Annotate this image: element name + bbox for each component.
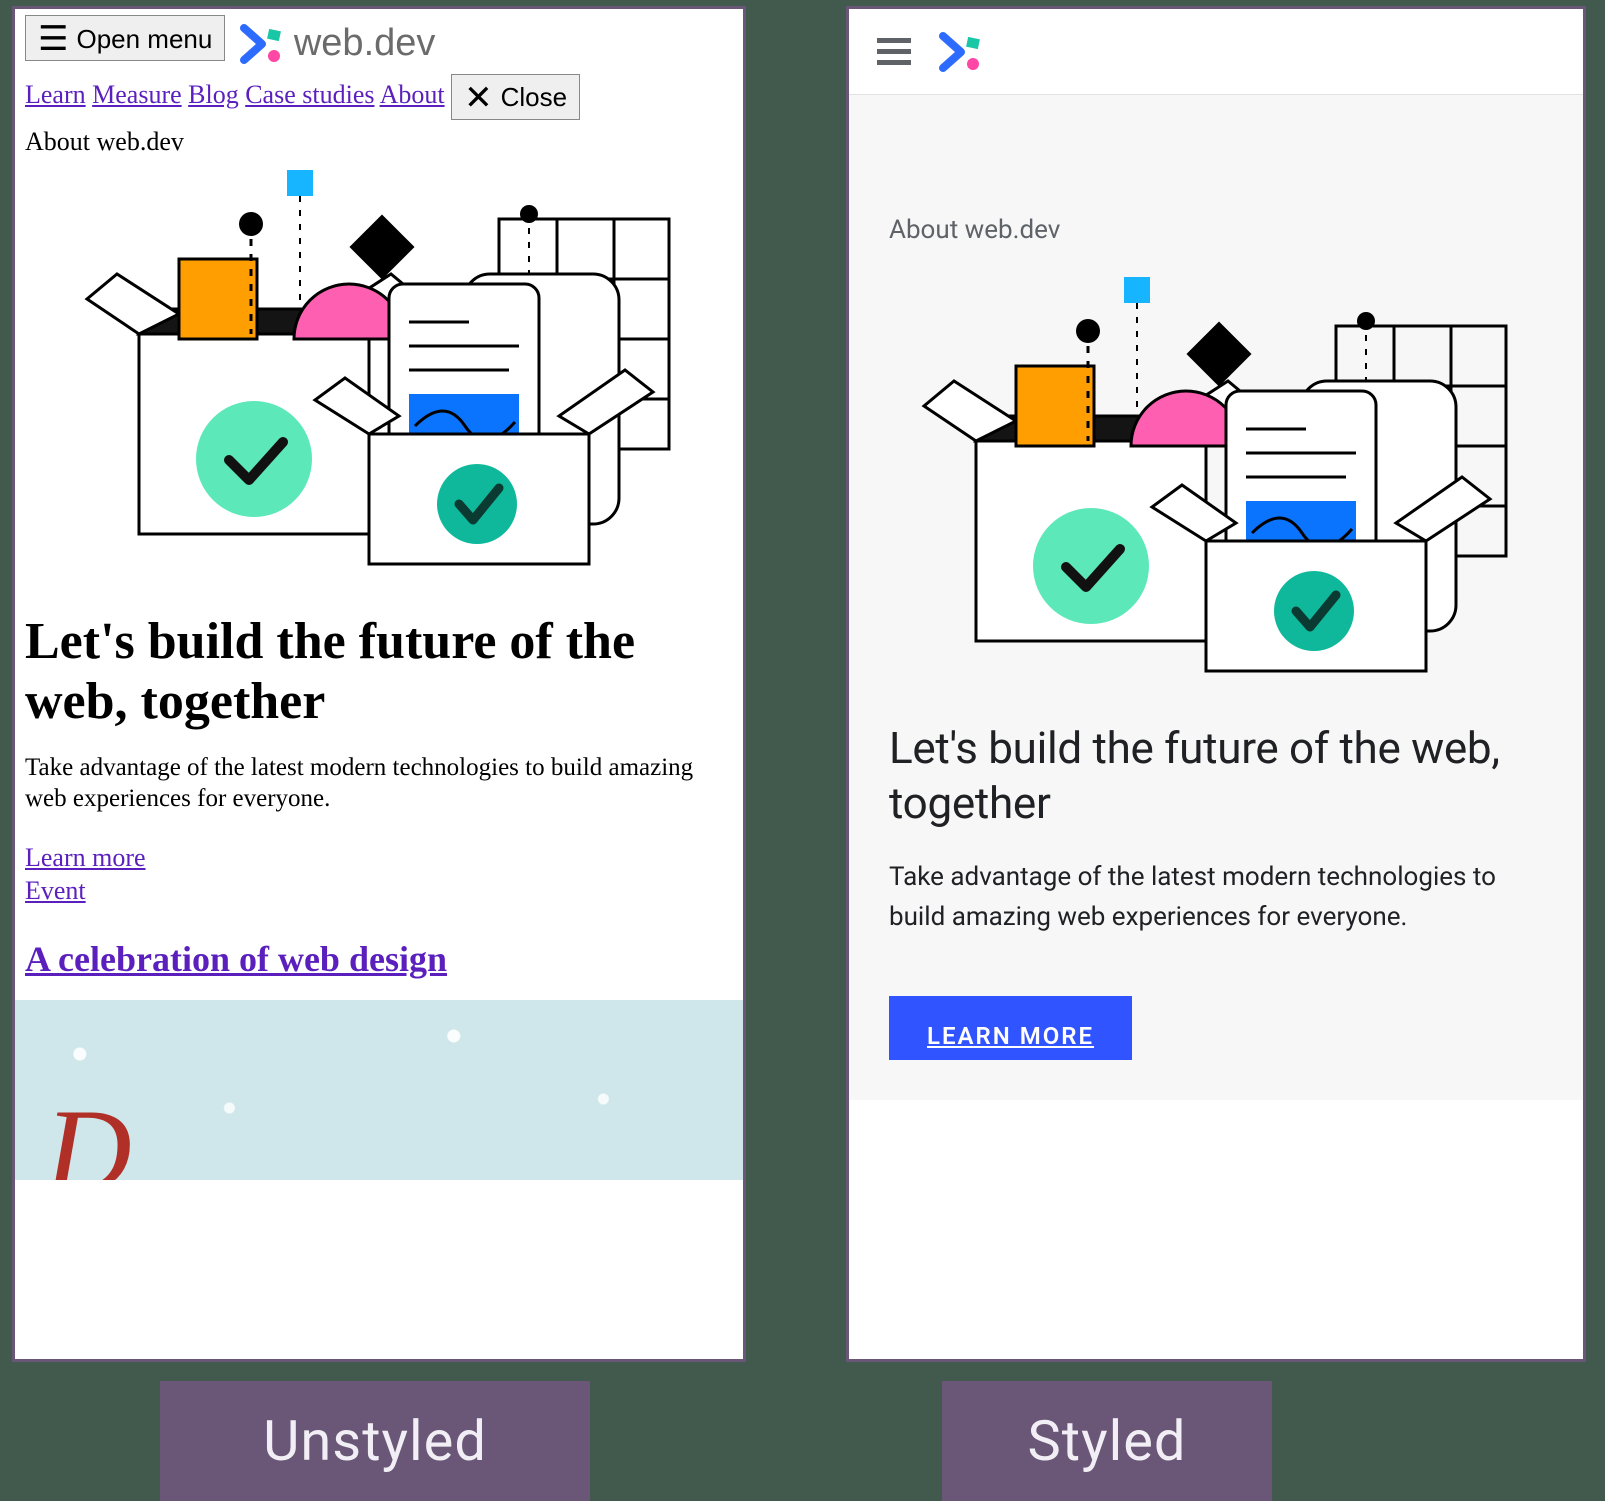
hero-title: Let's build the future of the web, toget… bbox=[25, 612, 733, 732]
event-banner-cursive: D bbox=[45, 1082, 132, 1180]
site-logo[interactable]: web.dev bbox=[240, 20, 436, 68]
nav-learn[interactable]: Learn bbox=[25, 80, 86, 109]
hero-illustration bbox=[906, 271, 1526, 691]
close-label: Close bbox=[501, 82, 567, 113]
event-banner-image: D bbox=[12, 1000, 746, 1180]
webdev-logo-icon[interactable] bbox=[939, 32, 983, 72]
hero-illustration bbox=[69, 164, 689, 584]
nav-measure[interactable]: Measure bbox=[92, 80, 182, 109]
hero-subtitle: Take advantage of the latest modern tech… bbox=[889, 857, 1543, 938]
eyebrow-text: About web.dev bbox=[25, 126, 733, 159]
open-menu-label: Open menu bbox=[76, 24, 212, 55]
nav-about[interactable]: About bbox=[380, 80, 445, 109]
learn-more-button[interactable]: LEARN MORE bbox=[889, 996, 1132, 1060]
nav-row: Learn Measure Blog Case studies About ✕ … bbox=[25, 74, 733, 120]
close-icon: ✕ bbox=[464, 81, 493, 115]
nav-blog[interactable]: Blog bbox=[188, 80, 239, 109]
eyebrow-text: About web.dev bbox=[889, 215, 1543, 245]
celebration-heading-link[interactable]: A celebration of web design bbox=[25, 939, 447, 979]
hamburger-icon[interactable] bbox=[877, 38, 911, 66]
nav-case-studies[interactable]: Case studies bbox=[245, 80, 374, 109]
hero-title: Let's build the future of the web, toget… bbox=[889, 721, 1543, 831]
close-menu-button[interactable]: ✕ Close bbox=[451, 74, 580, 120]
open-menu-button[interactable]: ☰ Open menu bbox=[25, 15, 225, 61]
topbar bbox=[849, 9, 1583, 95]
unstyled-frame: ☰ Open menu web.dev Learn Measure Blog C… bbox=[12, 6, 746, 1362]
hamburger-icon: ☰ bbox=[38, 22, 68, 56]
styled-frame: About web.dev bbox=[846, 6, 1586, 1362]
learn-more-link[interactable]: Learn more bbox=[25, 842, 733, 875]
hero-subtitle: Take advantage of the latest modern tech… bbox=[25, 752, 733, 815]
caption-styled: Styled bbox=[942, 1381, 1272, 1501]
caption-unstyled: Unstyled bbox=[160, 1381, 590, 1501]
webdev-logo-icon bbox=[240, 24, 284, 64]
event-link[interactable]: Event bbox=[25, 875, 733, 908]
header-row: ☰ Open menu web.dev bbox=[25, 15, 733, 68]
site-wordmark: web.dev bbox=[294, 20, 436, 68]
